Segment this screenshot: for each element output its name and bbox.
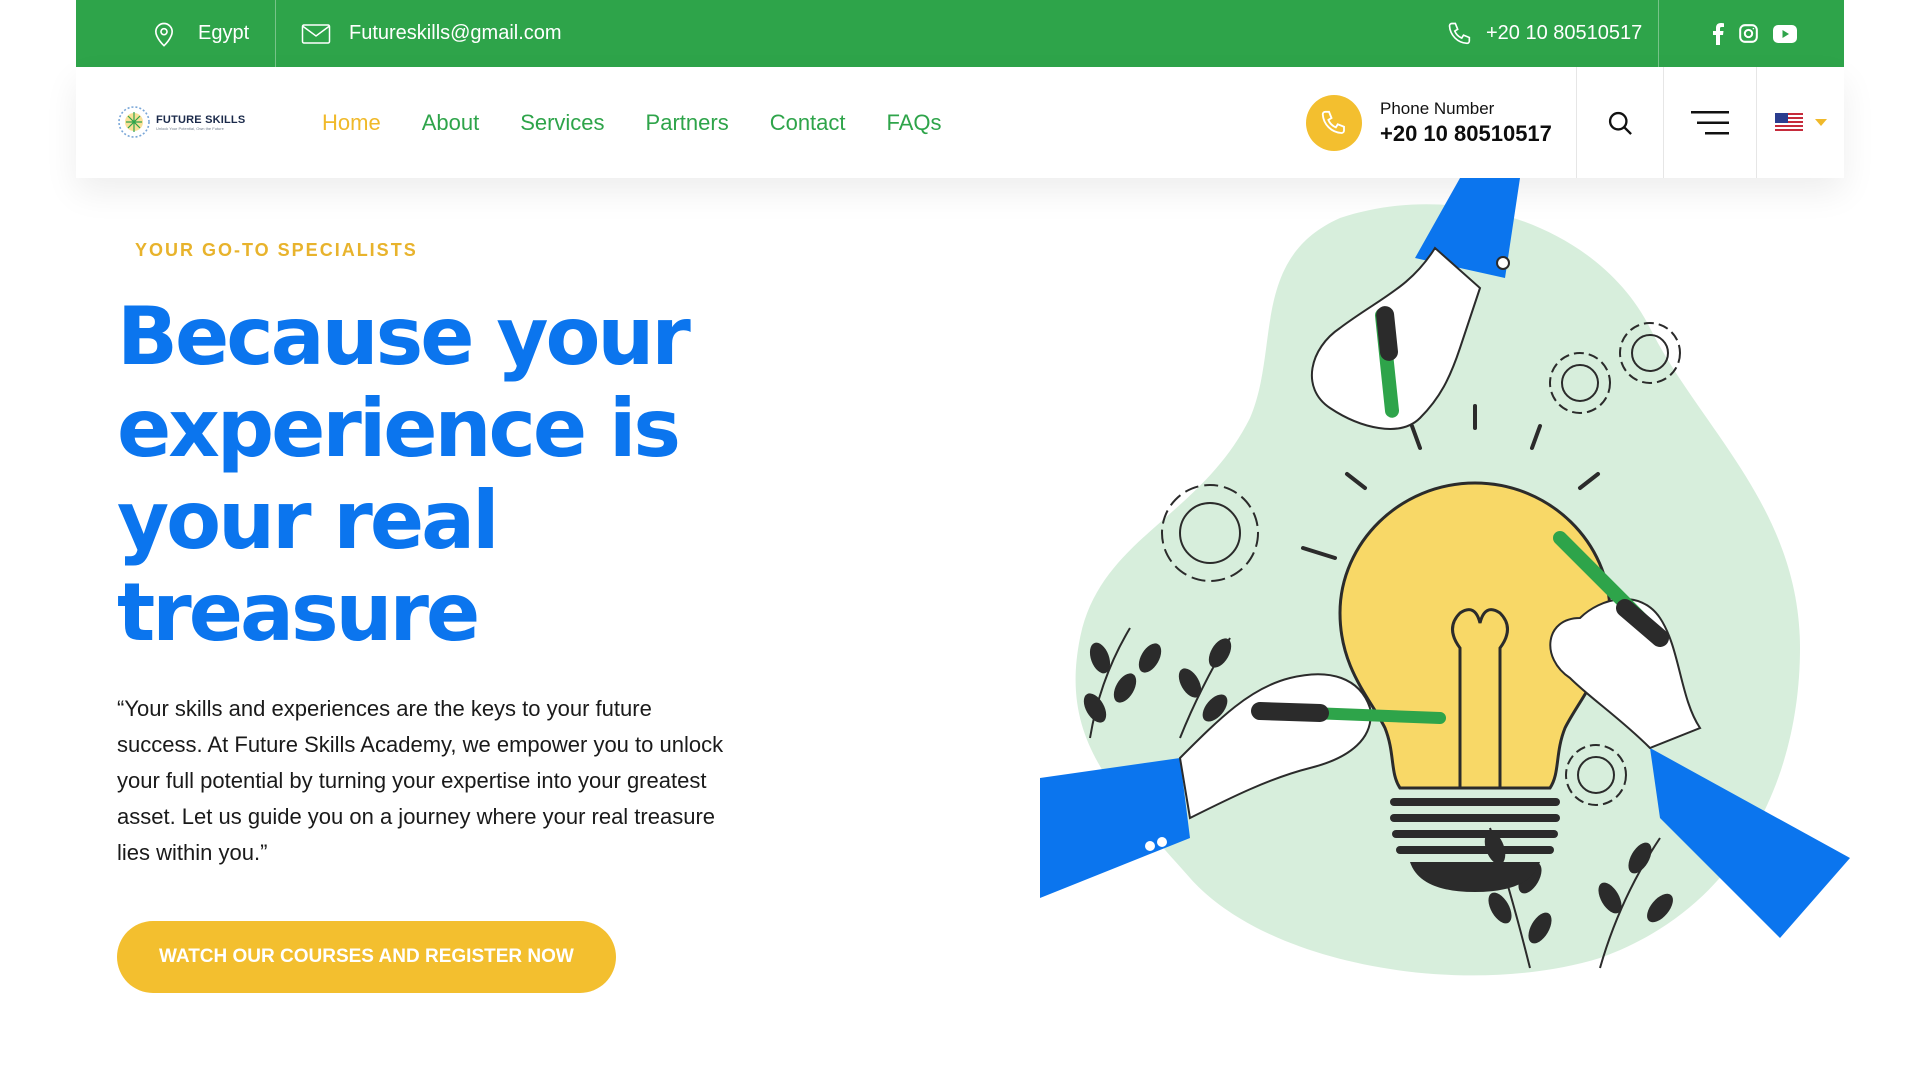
register-cta-button[interactable]: WATCH OUR COURSES AND REGISTER NOW [117, 921, 616, 993]
logo-tagline: Unlock Your Potential, Own the Future [156, 125, 224, 131]
us-flag-icon [1774, 112, 1803, 133]
top-info-bar: Egypt Futureskills@gmail.com +20 10 8051… [76, 0, 1844, 67]
youtube-icon[interactable] [1773, 24, 1797, 43]
nav-item-partners[interactable]: Partners [646, 110, 729, 136]
nav-item-services[interactable]: Services [520, 110, 604, 136]
email-link[interactable]: Futureskills@gmail.com [349, 22, 562, 45]
header-phone[interactable]: Phone Number +20 10 80510517 [1306, 94, 1552, 152]
hero-description: “Your skills and experiences are the key… [117, 696, 724, 865]
nav-item-contact[interactable]: Contact [770, 110, 846, 136]
logo-brand-text: FUTURE SKILLS [156, 113, 246, 126]
search-button[interactable] [1577, 67, 1663, 178]
mail-icon [301, 22, 331, 46]
language-selector[interactable] [1757, 67, 1844, 178]
primary-menu: Home About Services Partners Contact FAQ… [322, 67, 983, 178]
headline-line: treasure [117, 566, 480, 659]
topbar-divider [1658, 0, 1659, 67]
hero-illustration [1040, 178, 1850, 978]
headline-line: your real [117, 474, 499, 567]
phone-number[interactable]: +20 10 80510517 [1380, 121, 1552, 147]
location-pin-icon [150, 20, 178, 48]
headline-line: Because your [117, 290, 691, 383]
topbar-divider [275, 0, 276, 67]
email-info[interactable]: Futureskills@gmail.com [301, 0, 562, 67]
hero-headline: Because your experience is your real tre… [117, 291, 757, 659]
menu-toggle-button[interactable] [1664, 67, 1756, 178]
facebook-icon[interactable] [1712, 22, 1724, 45]
brain-logo-icon [118, 106, 150, 138]
hero-eyebrow: YOUR GO-TO SPECIALISTS [135, 240, 418, 260]
instagram-icon[interactable] [1738, 23, 1759, 44]
location-text: Egypt [198, 22, 250, 44]
nav-item-about[interactable]: About [422, 110, 480, 136]
phone-circle-icon [1306, 95, 1362, 151]
nav-item-home[interactable]: Home [322, 110, 381, 136]
social-links [1712, 0, 1797, 67]
caret-down-icon [1814, 118, 1827, 126]
hero-content: YOUR GO-TO SPECIALISTS Because your expe… [117, 240, 757, 993]
phone-icon [1446, 20, 1474, 48]
search-icon [1608, 111, 1632, 135]
topbar-phone-number[interactable]: +20 10 80510517 [1486, 22, 1642, 45]
hamburger-menu-icon [1691, 110, 1729, 134]
location-info: Egypt [150, 0, 249, 67]
main-navbar: FUTURE SKILLS Unlock Your Potential, Own… [76, 67, 1844, 178]
phone-label: Phone Number [1380, 99, 1495, 118]
lightbulb-illustration [1040, 178, 1850, 976]
nav-item-faqs[interactable]: FAQs [887, 110, 942, 136]
site-logo[interactable]: FUTURE SKILLS Unlock Your Potential, Own… [116, 103, 256, 141]
topbar-phone[interactable]: +20 10 80510517 [1446, 0, 1642, 67]
headline-line: experience is [117, 382, 681, 475]
